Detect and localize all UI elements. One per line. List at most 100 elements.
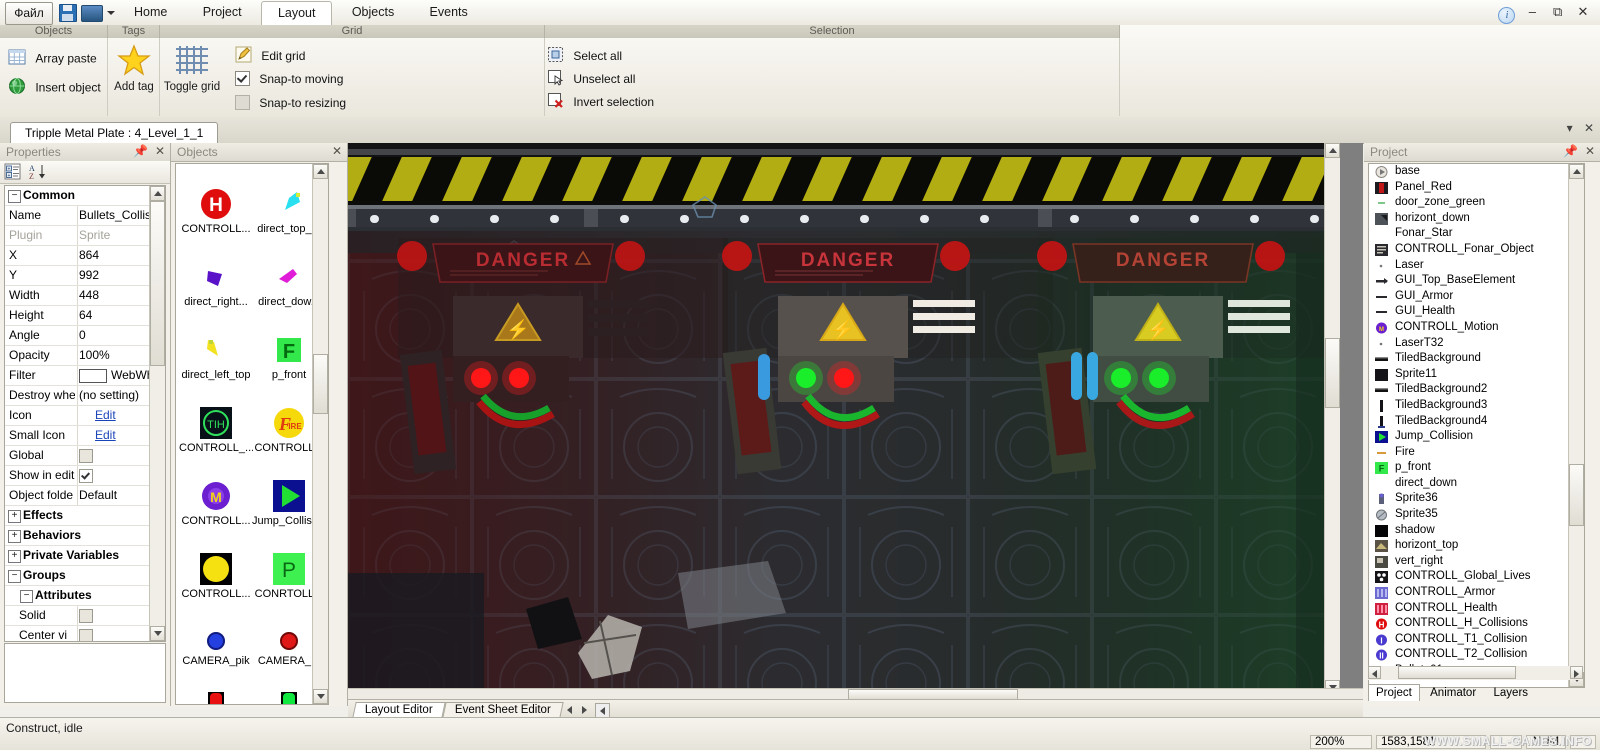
property-row-icon[interactable]: Icon Edit [5,406,165,426]
info-button[interactable]: i [1496,2,1518,24]
properties-group-common[interactable]: − Common [5,186,165,206]
tab-layout[interactable]: Layout [260,1,333,26]
object-item[interactable]: direct_left_top [179,334,253,381]
insert-object-button[interactable]: Insert object [8,77,101,98]
project-tree-scrollbar[interactable] [1568,164,1584,687]
scroll-down-button[interactable] [313,689,328,704]
minimize-button[interactable]: – [1521,2,1543,22]
tree-item[interactable]: horizont_down [1369,211,1584,227]
tree-item[interactable]: II CONTROLL_T2_Collision [1369,647,1584,663]
tree-item[interactable]: H CONTROLL_H_Collisions [1369,616,1584,632]
tab-home[interactable]: Home [118,0,183,24]
properties-group-attributes[interactable]: − Attributes [5,586,165,606]
tab-event-sheet-editor[interactable]: Event Sheet Editor [442,702,564,718]
scroll-thumb[interactable] [1325,338,1340,408]
property-row-width[interactable]: Width 448 [5,286,165,306]
solid-checkbox[interactable] [79,608,93,623]
tree-item[interactable]: Panel_Red [1369,180,1584,196]
close-button[interactable]: ✕ [1572,2,1594,22]
tree-item[interactable]: TiledBackground3 [1369,398,1584,414]
select-all-button[interactable]: Select all [347,46,622,66]
collapse-icon[interactable]: − [8,570,21,583]
icon-edit-link[interactable]: Edit [95,408,116,422]
scroll-up-button[interactable] [1325,143,1340,158]
snap-to-moving-option[interactable]: Snap-to moving [235,71,343,87]
object-item[interactable]: M CONTROLL... [179,480,253,527]
tree-item[interactable]: CONTROLL_Health [1369,601,1584,617]
save-button[interactable] [56,3,78,22]
show-in-edit-checkbox[interactable] [79,468,93,483]
project-horizontal-scrollbar[interactable] [1368,666,1583,680]
property-row-height[interactable]: Height 64 [5,306,165,326]
center-view-checkbox[interactable] [79,628,93,641]
scroll-thumb[interactable] [150,201,165,366]
properties-group-groups[interactable]: − Groups [5,566,165,586]
invert-selection-button[interactable]: Invert selection [347,92,654,112]
scroll-up-button[interactable] [150,186,165,201]
snap-to-moving-checkbox[interactable] [235,71,250,87]
collapse-icon[interactable]: − [8,190,21,203]
tab-objects[interactable]: Objects [336,0,410,24]
tree-item[interactable]: GUI_Armor [1369,289,1584,305]
array-paste-button[interactable]: Array paste [8,48,97,69]
tree-item[interactable]: Sprite11 [1369,367,1584,383]
collapse-icon[interactable]: − [20,590,33,603]
toggle-grid-button[interactable]: Toggle grid [162,44,222,93]
attribute-row-center-view[interactable]: Center vi [5,626,165,641]
scroll-thumb[interactable] [1398,666,1516,679]
property-row-opacity[interactable]: Opacity 100% [5,346,165,366]
tab-events[interactable]: Events [414,0,484,24]
layout-canvas[interactable]: DANGER ⚡ DANGER ⚡ DANGER ⚡ [348,143,1340,695]
document-tab[interactable]: Tripple Metal Plate : 4_Level_1_1 [10,122,219,144]
tree-item[interactable]: vert_right [1369,554,1584,570]
tab-list-button[interactable] [595,703,610,718]
scroll-right-button[interactable] [1570,666,1583,679]
close-icon[interactable]: ✕ [332,144,342,158]
property-row-y[interactable]: Y 992 [5,266,165,286]
tree-item[interactable]: CONTROLL_Global_Lives [1369,569,1584,585]
tree-item[interactable]: CONTROLL_Fonar_Object [1369,242,1584,258]
expand-icon[interactable]: + [8,510,21,523]
small-icon-edit-link[interactable]: Edit [95,428,116,442]
snap-to-resizing-option[interactable]: Snap-to resizing [235,95,346,111]
tab-project[interactable]: Project [187,0,258,24]
close-icon[interactable]: ✕ [1585,144,1595,158]
categorized-view-button[interactable]: + + [4,163,22,183]
filter-color-swatch[interactable] [79,368,107,383]
property-row-angle[interactable]: Angle 0 [5,326,165,346]
snap-to-resizing-checkbox[interactable] [235,95,250,111]
object-item[interactable]: CONTROLL... [179,553,253,600]
scroll-thumb[interactable] [1569,464,1584,526]
project-tree[interactable]: base Panel_Red door_zone_green horizont_… [1368,163,1585,688]
tree-item[interactable]: horizont_top [1369,538,1584,554]
pin-icon[interactable]: 📌 [133,144,148,158]
expand-icon[interactable]: + [8,530,21,543]
tab-animator[interactable]: Animator [1423,685,1483,701]
tree-item[interactable]: TiledBackground [1369,351,1584,367]
file-menu-button[interactable]: Файл [5,2,53,25]
edit-grid-button[interactable]: Edit grid [235,46,305,66]
property-row-show-in-edit[interactable]: Show in edit [5,466,165,486]
tab-layout-editor[interactable]: Layout Editor [352,702,446,718]
tree-item[interactable]: GUI_Health [1369,304,1584,320]
tree-item[interactable]: Fp_front [1369,460,1584,476]
tree-item[interactable]: Jump_Collision [1369,429,1584,445]
tree-item[interactable]: Fonar_Star [1369,226,1584,242]
tree-item[interactable]: LaserT32 [1369,336,1584,352]
layout-canvas-area[interactable]: DANGER ⚡ DANGER ⚡ DANGER ⚡ [348,143,1363,706]
tab-layers[interactable]: Layers [1487,685,1536,701]
tree-item[interactable]: CONTROLL_Armor [1369,585,1584,601]
tab-next-button[interactable] [578,703,591,716]
expand-icon[interactable]: + [8,550,21,563]
property-row-small-icon[interactable]: Small Icon Edit [5,426,165,446]
close-icon[interactable]: ✕ [155,144,165,158]
tree-item[interactable]: Sprite35 [1369,507,1584,523]
tree-item[interactable]: shadow [1369,523,1584,539]
restore-button[interactable]: ⧉ [1547,2,1569,22]
properties-group-behaviors[interactable]: + Behaviors [5,526,165,546]
quick-access-dropdown[interactable] [104,3,118,22]
property-row-global[interactable]: Global [5,446,165,466]
global-checkbox[interactable] [79,448,93,463]
object-item[interactable] [179,692,253,704]
canvas-vertical-scrollbar[interactable] [1324,143,1340,695]
